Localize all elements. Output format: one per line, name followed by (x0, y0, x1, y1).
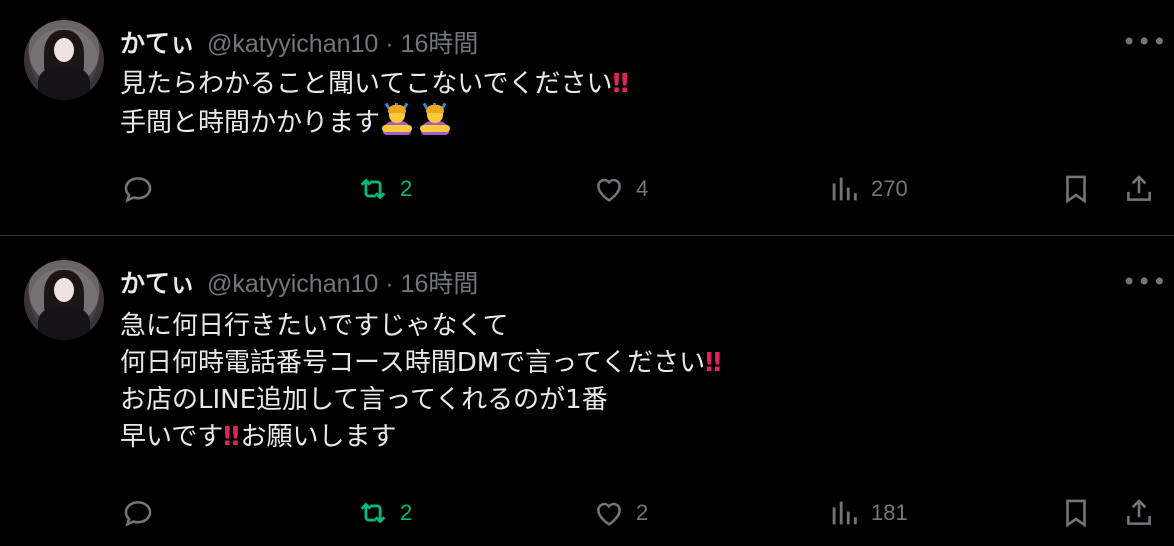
retweet-count: 2 (400, 500, 413, 525)
retweet-icon (360, 502, 386, 524)
bookmark-button[interactable] (1059, 496, 1093, 530)
retweet-icon (360, 178, 386, 200)
avatar-body (38, 306, 90, 340)
like-count: 2 (636, 500, 649, 525)
tweet-text-segment: 早いです (120, 422, 224, 452)
tweet-text-segment: 手間と時間かかります (120, 108, 381, 138)
bookmark-icon (1066, 175, 1086, 204)
more-options-icon[interactable]: ••• (1122, 268, 1167, 296)
reply-icon (124, 177, 152, 203)
tweet-actions: 2 2 181 (0, 496, 1174, 536)
tweet-text-segment: 何日何時電話番号コース時間DMで言ってください (120, 348, 706, 378)
share-button[interactable] (1122, 496, 1156, 530)
double-exclamation-emoji: ‼ (612, 69, 628, 99)
share-icon (1127, 499, 1151, 525)
person-bowing-icon (380, 102, 414, 137)
heart-icon (597, 178, 621, 202)
tweet-text: 見たらわかること聞いてこないでください‼ 手間と時間かかります (120, 66, 630, 142)
handle-and-time[interactable]: @katyyichan10 · 16時間 (207, 264, 478, 300)
double-exclamation-emoji: ‼ (705, 348, 721, 378)
tweet-actions: 2 4 270 (0, 172, 1174, 212)
reply-button[interactable] (121, 172, 155, 206)
display-name[interactable]: かてぃ (120, 264, 195, 300)
tweet-text-segment: 見たらわかること聞いてこないでください (120, 69, 613, 99)
tweet-text-line: 何日何時電話番号コース時間DMで言ってください‼ (120, 345, 722, 382)
avatar[interactable] (24, 20, 104, 100)
double-exclamation-emoji: ‼ (223, 422, 239, 452)
views-icon (832, 501, 857, 525)
tweet-text-line: お店のLINE追加して言ってくれるのが1番 (120, 385, 608, 415)
display-name[interactable]: かてぃ (120, 24, 195, 60)
tweet-text-line: 急に何日行きたいですじゃなくて (120, 311, 509, 341)
reply-icon (124, 501, 152, 527)
tweet-text-line: 見たらわかること聞いてこないでください‼ (120, 66, 630, 103)
reply-button[interactable] (121, 496, 155, 530)
avatar-face (54, 278, 74, 302)
bookmark-button[interactable] (1059, 172, 1093, 206)
views-count: 181 (871, 500, 908, 525)
bookmark-icon (1066, 499, 1086, 528)
share-icon (1127, 175, 1151, 201)
like-count: 4 (636, 176, 649, 201)
avatar-body (38, 66, 90, 100)
tweet-text-line: 早いです‼ お願いします (120, 419, 722, 456)
views-button[interactable]: 181 (827, 496, 908, 530)
avatar[interactable] (24, 260, 104, 340)
avatar-face (54, 38, 74, 62)
views-button[interactable]: 270 (827, 172, 908, 206)
share-button[interactable] (1122, 172, 1156, 206)
more-options-icon[interactable]: ••• (1122, 28, 1167, 56)
tweet-text-line: 手間と時間かかります (120, 102, 630, 142)
handle-and-time[interactable]: @katyyichan10 · 16時間 (207, 24, 478, 60)
heart-icon (597, 502, 621, 526)
tweet-text: 急に何日行きたいですじゃなくて 何日何時電話番号コース時間DMで言ってください‼… (120, 308, 722, 456)
like-button[interactable]: 2 (592, 496, 648, 530)
tweet-text-segment: お願いします (240, 422, 397, 452)
retweet-count: 2 (400, 176, 413, 201)
views-count: 270 (871, 176, 908, 201)
like-button[interactable]: 4 (592, 172, 648, 206)
tweet-divider (0, 235, 1174, 236)
person-bowing-icon (418, 102, 452, 137)
tweet-header: かてぃ @katyyichan10 · 16時間 (120, 24, 478, 60)
tweet-header: かてぃ @katyyichan10 · 16時間 (120, 264, 478, 300)
retweet-button[interactable]: 2 (356, 172, 412, 206)
retweet-button[interactable]: 2 (356, 496, 412, 530)
views-icon (832, 177, 857, 201)
